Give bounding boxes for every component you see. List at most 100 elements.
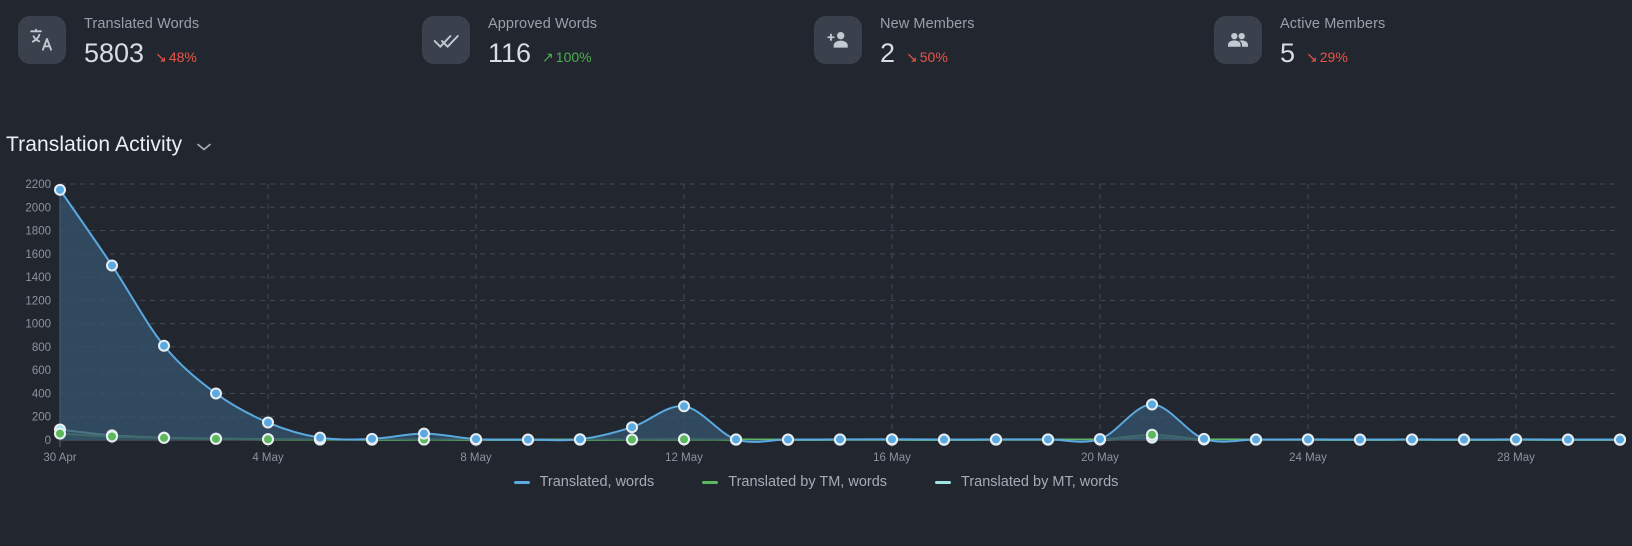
chart-svg: 0200400600800100012001400160018002000220…: [0, 174, 1632, 474]
data-point[interactable]: [887, 434, 897, 444]
legend-swatch: [935, 481, 951, 484]
y-axis-tick-label: 2000: [25, 202, 51, 214]
y-axis-tick-label: 400: [32, 388, 51, 400]
data-point[interactable]: [991, 434, 1001, 444]
data-point[interactable]: [835, 434, 845, 444]
arrow-down-icon: ↘: [906, 50, 918, 64]
y-axis-tick-label: 600: [32, 365, 51, 377]
chevron-down-icon[interactable]: [196, 142, 212, 152]
data-point[interactable]: [679, 401, 689, 411]
kpi-strip: Translated Words 5803 ↘ 48% Approved Wor…: [0, 0, 1632, 90]
data-point[interactable]: [1407, 434, 1417, 444]
data-point[interactable]: [107, 432, 117, 442]
y-axis-tick-label: 1800: [25, 226, 51, 238]
kpi-delta: ↗ 100%: [542, 49, 592, 65]
x-axis-tick-label: 8 May: [460, 452, 492, 464]
page-title: Translation Activity: [6, 133, 182, 157]
legend-item-translated-tm[interactable]: Translated by TM, words: [702, 474, 887, 490]
data-point[interactable]: [159, 341, 169, 351]
chart-legend: Translated, words Translated by TM, word…: [0, 474, 1632, 490]
data-point[interactable]: [627, 435, 637, 445]
data-point[interactable]: [731, 434, 741, 444]
data-point[interactable]: [1095, 434, 1105, 444]
x-axis-tick-label: 4 May: [252, 452, 284, 464]
arrow-up-icon: ↗: [542, 50, 554, 64]
x-axis-tick-label: 12 May: [665, 452, 703, 464]
x-axis-tick-label: 16 May: [873, 452, 911, 464]
kpi-text: Translated Words 5803 ↘ 48%: [84, 12, 199, 69]
kpi-label: Approved Words: [488, 15, 597, 33]
y-axis-tick-label: 800: [32, 342, 51, 354]
kpi-value-row: 2 ↘ 50%: [880, 37, 975, 69]
legend-swatch: [702, 481, 718, 484]
chart-line-0: [60, 190, 1620, 442]
kpi-card-approved-words[interactable]: Approved Words 116 ↗ 100%: [402, 12, 792, 90]
y-axis-tick-label: 0: [45, 435, 51, 447]
chart-area-0: [60, 190, 1620, 442]
legend-item-translated[interactable]: Translated, words: [514, 474, 655, 490]
data-point[interactable]: [107, 260, 117, 270]
data-point[interactable]: [471, 434, 481, 444]
translation-activity-chart[interactable]: 0200400600800100012001400160018002000220…: [0, 174, 1632, 519]
translate-icon: [18, 16, 66, 64]
kpi-delta-value: 48%: [169, 49, 197, 65]
data-point[interactable]: [1303, 434, 1313, 444]
data-point[interactable]: [211, 434, 221, 444]
data-point[interactable]: [1355, 435, 1365, 445]
data-point[interactable]: [1251, 435, 1261, 445]
kpi-value-row: 5 ↘ 29%: [1280, 37, 1385, 69]
data-point[interactable]: [55, 429, 65, 439]
person-add-icon: [814, 16, 862, 64]
data-point[interactable]: [211, 388, 221, 398]
legend-item-translated-mt[interactable]: Translated by MT, words: [935, 474, 1118, 490]
kpi-value: 5803: [84, 37, 144, 69]
legend-swatch: [514, 481, 530, 484]
data-point[interactable]: [419, 429, 429, 439]
kpi-card-translated-words[interactable]: Translated Words 5803 ↘ 48%: [12, 12, 402, 90]
legend-label: Translated by TM, words: [728, 474, 887, 490]
kpi-delta: ↘ 50%: [906, 49, 948, 65]
kpi-value: 2: [880, 37, 895, 69]
data-point[interactable]: [627, 422, 637, 432]
data-point[interactable]: [575, 434, 585, 444]
y-axis-tick-label: 1600: [25, 249, 51, 261]
arrow-down-icon: ↘: [1306, 50, 1318, 64]
kpi-delta-value: 100%: [556, 49, 592, 65]
x-axis-tick-label: 20 May: [1081, 452, 1119, 464]
data-point[interactable]: [1459, 435, 1469, 445]
data-point[interactable]: [263, 418, 273, 428]
kpi-value: 5: [1280, 37, 1295, 69]
data-point[interactable]: [1615, 435, 1625, 445]
y-axis-tick-label: 1400: [25, 272, 51, 284]
kpi-label: Active Members: [1280, 15, 1385, 33]
y-axis-tick-label: 1000: [25, 319, 51, 331]
x-axis-tick-label: 28 May: [1497, 452, 1535, 464]
data-point[interactable]: [939, 435, 949, 445]
data-point[interactable]: [1147, 430, 1157, 440]
data-point[interactable]: [159, 433, 169, 443]
data-point[interactable]: [263, 434, 273, 444]
arrow-down-icon: ↘: [155, 50, 167, 64]
y-axis-tick-label: 2200: [25, 179, 51, 191]
data-point[interactable]: [1199, 434, 1209, 444]
data-point[interactable]: [55, 185, 65, 195]
data-point[interactable]: [679, 434, 689, 444]
section-header: Translation Activity: [0, 130, 1632, 160]
kpi-card-new-members[interactable]: New Members 2 ↘ 50%: [792, 12, 1182, 90]
legend-label: Translated by MT, words: [961, 474, 1118, 490]
kpi-value: 116: [488, 37, 531, 69]
data-point[interactable]: [1147, 400, 1157, 410]
x-axis-tick-label: 24 May: [1289, 452, 1327, 464]
data-point[interactable]: [315, 433, 325, 443]
data-point[interactable]: [523, 435, 533, 445]
kpi-label: Translated Words: [84, 15, 199, 33]
data-point[interactable]: [1043, 434, 1053, 444]
data-point[interactable]: [783, 435, 793, 445]
kpi-text: Approved Words 116 ↗ 100%: [488, 12, 597, 69]
data-point[interactable]: [367, 434, 377, 444]
data-point[interactable]: [1563, 435, 1573, 445]
kpi-text: New Members 2 ↘ 50%: [880, 12, 975, 69]
kpi-card-active-members[interactable]: Active Members 5 ↘ 29%: [1182, 12, 1572, 90]
double-check-icon: [422, 16, 470, 64]
data-point[interactable]: [1511, 434, 1521, 444]
